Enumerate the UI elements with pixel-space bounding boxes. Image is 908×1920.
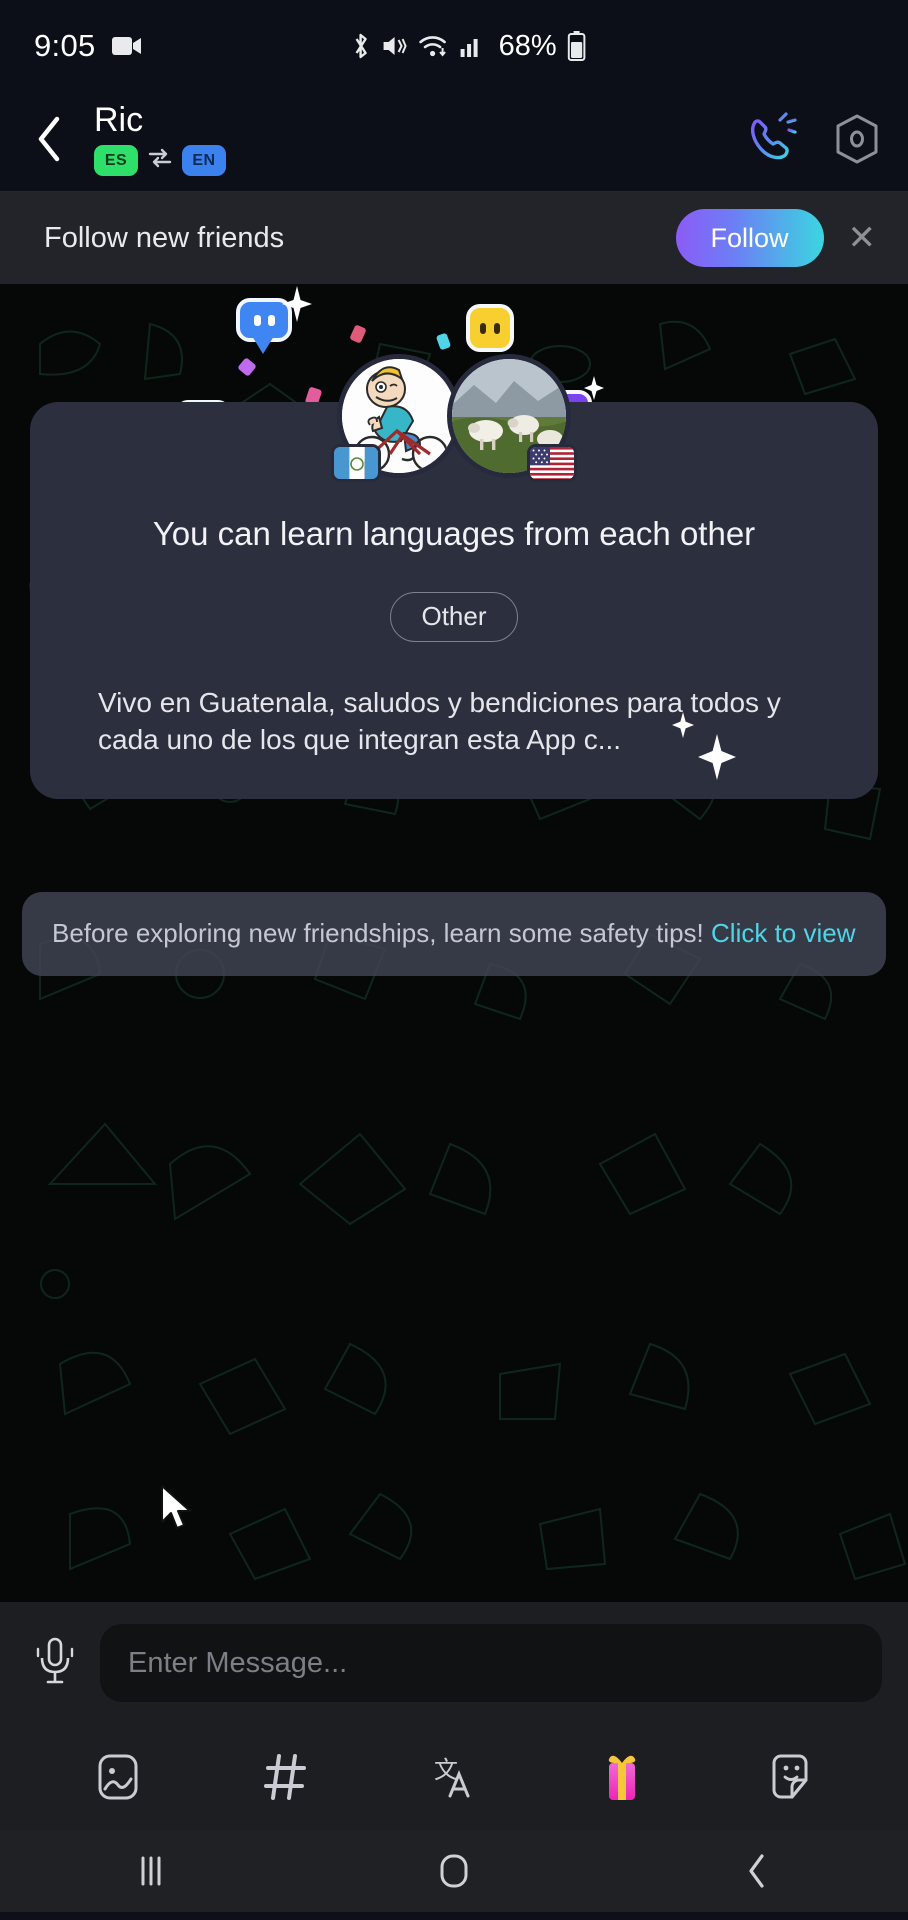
back-chevron-icon bbox=[35, 116, 63, 167]
battery-icon bbox=[567, 31, 586, 61]
language-chip-target[interactable]: EN bbox=[182, 145, 226, 177]
sparkle-icon bbox=[282, 286, 312, 327]
chat-settings-icon bbox=[832, 113, 882, 170]
follow-banner-text: Follow new friends bbox=[44, 221, 285, 254]
message-input[interactable] bbox=[100, 1624, 882, 1702]
wifi-icon bbox=[419, 34, 449, 58]
phone-call-icon bbox=[744, 112, 800, 171]
safety-tip-link[interactable]: Click to view bbox=[711, 918, 855, 948]
language-pair[interactable]: ES EN bbox=[94, 145, 744, 177]
chat-body: You can learn languages from each other … bbox=[0, 284, 908, 1602]
interest-tag[interactable]: Other bbox=[390, 591, 518, 642]
mute-vibrate-icon bbox=[382, 33, 408, 59]
follow-banner: Follow new friends Follow ✕ bbox=[0, 192, 908, 284]
composer-toolbar: 文 bbox=[0, 1724, 908, 1830]
sparkle-card-small-icon bbox=[672, 712, 694, 743]
phone-screen: 9:05 68% Ric ES EN Follow new friends Fo… bbox=[0, 0, 908, 1920]
chat-header: Ric ES EN bbox=[0, 92, 908, 192]
android-back-icon[interactable] bbox=[697, 1830, 817, 1912]
sparkle-card-large-icon bbox=[698, 734, 736, 785]
back-button[interactable] bbox=[22, 116, 76, 167]
battery-percent: 68% bbox=[498, 29, 557, 62]
android-nav-bar bbox=[0, 1830, 908, 1912]
gallery-icon[interactable] bbox=[82, 1741, 154, 1813]
smiley-sticker bbox=[466, 304, 514, 352]
status-bar: 9:05 68% bbox=[0, 0, 908, 92]
recents-icon[interactable] bbox=[91, 1830, 211, 1912]
guatemala-flag bbox=[331, 444, 381, 482]
header-contact-info[interactable]: Ric ES EN bbox=[76, 100, 744, 177]
mouse-cursor bbox=[160, 1484, 194, 1537]
gift-icon[interactable] bbox=[586, 1741, 658, 1813]
chat-settings-button[interactable] bbox=[832, 113, 882, 170]
close-icon[interactable]: ✕ bbox=[842, 218, 883, 258]
translate-icon[interactable]: 文 bbox=[418, 1741, 490, 1813]
svg-text:文: 文 bbox=[434, 1757, 458, 1784]
safety-tip-banner[interactable]: Before exploring new friendships, learn … bbox=[22, 892, 886, 976]
hashtag-icon[interactable] bbox=[250, 1741, 322, 1813]
language-chip-source[interactable]: ES bbox=[94, 145, 138, 177]
home-icon[interactable] bbox=[394, 1830, 514, 1912]
voice-record-button[interactable] bbox=[18, 1634, 92, 1693]
swap-arrows-icon bbox=[147, 147, 173, 174]
usa-flag bbox=[527, 444, 577, 482]
avatar-left-wrap[interactable] bbox=[331, 354, 461, 482]
avatar-pair bbox=[331, 354, 577, 482]
card-title: You can learn languages from each other bbox=[152, 515, 756, 552]
sparkle-small-icon bbox=[584, 376, 604, 405]
status-time: 9:05 bbox=[34, 28, 96, 63]
contact-name: Ric bbox=[94, 100, 144, 139]
cellular-signal-icon bbox=[460, 34, 484, 58]
microphone-icon bbox=[31, 1634, 79, 1693]
video-recording-icon bbox=[111, 35, 142, 57]
sticker-icon[interactable] bbox=[754, 1741, 826, 1813]
call-button[interactable] bbox=[744, 112, 800, 171]
bluetooth-icon bbox=[351, 32, 371, 60]
avatar-right-wrap[interactable] bbox=[447, 354, 577, 482]
safety-tip-text: Before exploring new friendships, learn … bbox=[52, 918, 712, 948]
message-composer bbox=[0, 1602, 908, 1724]
follow-button[interactable]: Follow bbox=[675, 209, 824, 267]
